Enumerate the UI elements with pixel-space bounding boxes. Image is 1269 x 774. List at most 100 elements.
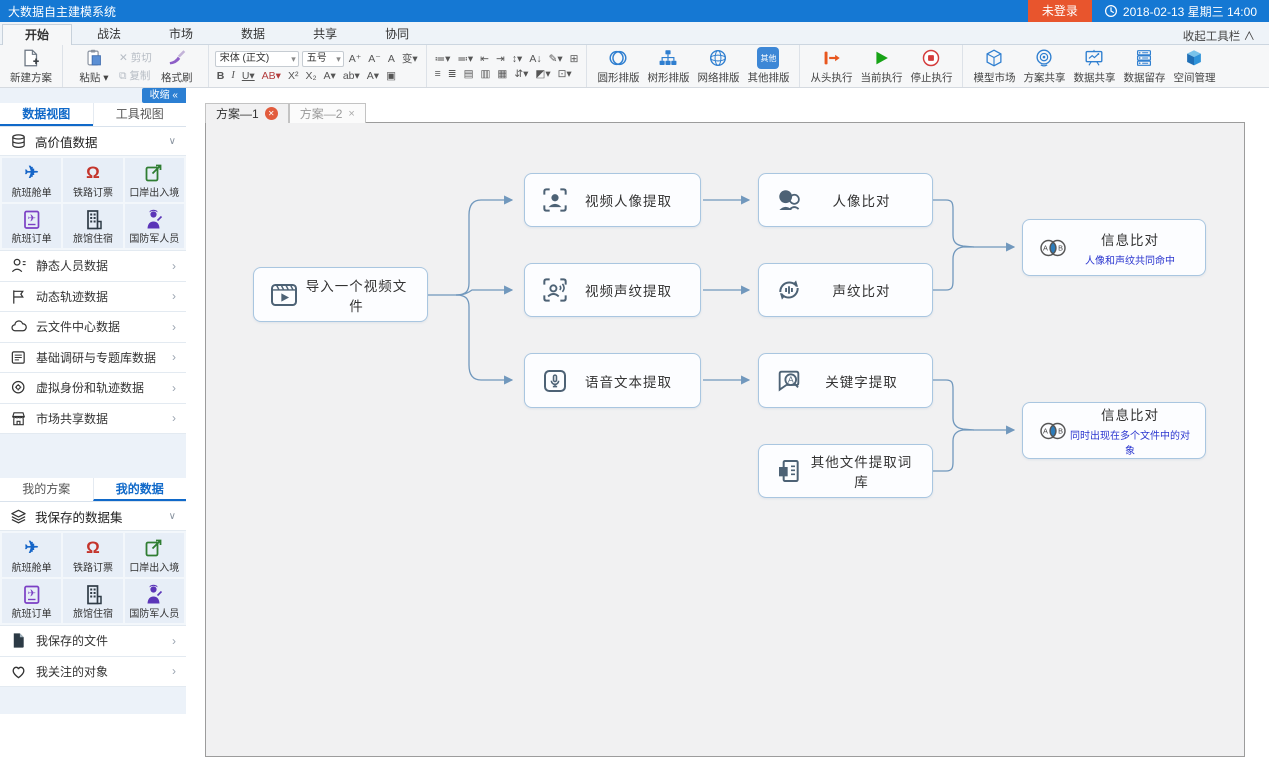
indent-button[interactable]: ⇥: [494, 53, 507, 65]
format-painter-button[interactable]: 格式刷: [152, 45, 202, 87]
cut-button[interactable]: ✕ 剪切: [119, 50, 152, 65]
dataset-flight-manifest[interactable]: ✈ 航班舱单: [2, 533, 61, 577]
category-research-library[interactable]: 基础调研与专题库数据 ›: [0, 343, 186, 374]
spacing-button[interactable]: ⇵▾: [512, 68, 530, 80]
sort-button[interactable]: A↓: [527, 53, 543, 65]
dataset-flight-manifest[interactable]: ✈ 航班舱单: [2, 158, 61, 202]
font-color-button[interactable]: A▾: [365, 70, 381, 82]
flow-node-other-files-lexicon[interactable]: 其他文件提取词库: [758, 444, 933, 498]
align-left-button[interactable]: ≡: [433, 68, 443, 80]
dataset-hotel-stay[interactable]: 旅馆住宿: [63, 204, 122, 248]
borders-button[interactable]: ⊡▾: [556, 68, 574, 80]
show-marks-button[interactable]: ✎▾: [547, 53, 565, 65]
collapse-toolbar-button[interactable]: 收起工具栏 ∧: [1183, 28, 1269, 44]
category-market-shared[interactable]: 市场共享数据 ›: [0, 404, 186, 435]
numbering-button[interactable]: ≕▾: [455, 53, 475, 65]
category-virtual-identity[interactable]: 虚拟身份和轨迹数据 ›: [0, 373, 186, 404]
tab-data-view[interactable]: 数据视图: [0, 103, 93, 126]
italic-button[interactable]: I: [229, 70, 237, 81]
change-case-button[interactable]: 变▾: [400, 51, 420, 66]
plan-tab-2[interactable]: 方案—2 ×: [289, 103, 366, 123]
stop-execution-button[interactable]: 停止执行: [906, 45, 956, 87]
flow-node-keyword-extract[interactable]: A 关键字提取: [758, 353, 933, 408]
circle-layout-button[interactable]: 圆形排版: [593, 45, 643, 87]
underline-button[interactable]: U▾: [240, 70, 257, 82]
outdent-button[interactable]: ⇤: [478, 53, 491, 65]
section-high-value-data[interactable]: 高价值数据 ∨: [0, 127, 186, 156]
category-static-person[interactable]: 静态人员数据 ›: [0, 251, 186, 282]
justify-button[interactable]: ▥: [478, 68, 492, 80]
strikethrough-button[interactable]: AB▾: [260, 70, 283, 82]
new-plan-button[interactable]: 新建方案: [6, 45, 56, 87]
plan-share-button[interactable]: 方案共享: [1019, 45, 1069, 87]
tab-my-data[interactable]: 我的数据: [93, 478, 187, 501]
tree-layout-button[interactable]: 树形排版: [643, 45, 693, 87]
sidebar-collapse-button[interactable]: 收缩 «: [142, 88, 186, 103]
grow-font-button[interactable]: A⁺: [347, 53, 364, 65]
paste-button[interactable]: 粘贴 ▾: [69, 45, 119, 87]
bullets-button[interactable]: ≔▾: [433, 53, 453, 65]
tab-collab[interactable]: 协同: [362, 23, 432, 44]
item-my-saved-files[interactable]: 我保存的文件 ›: [0, 626, 186, 657]
dataset-hotel-stay[interactable]: 旅馆住宿: [63, 579, 122, 623]
tab-share[interactable]: 共享: [290, 23, 360, 44]
distribute-button[interactable]: ▦: [495, 68, 509, 80]
login-status-badge[interactable]: 未登录: [1028, 0, 1092, 22]
tab-market[interactable]: 市场: [146, 23, 216, 44]
dataset-rail-ticket[interactable]: Ω 铁路订票: [63, 533, 122, 577]
item-my-followed-objects[interactable]: 我关注的对象 ›: [0, 657, 186, 688]
superscript-button[interactable]: X²: [286, 70, 301, 82]
flow-node-info-compare-1[interactable]: A B 信息比对 人像和声纹共同命中: [1022, 219, 1206, 276]
model-market-button[interactable]: 模型市场: [969, 45, 1019, 87]
tab-tool-view[interactable]: 工具视图: [93, 103, 187, 126]
tab-start[interactable]: 开始: [2, 24, 72, 45]
font-family-select[interactable]: 宋体 (正文): [215, 51, 299, 67]
line-spacing-button[interactable]: ↕▾: [510, 53, 525, 65]
subscript-button[interactable]: X₂: [303, 70, 318, 82]
category-dynamic-track[interactable]: 动态轨迹数据 ›: [0, 282, 186, 313]
close-tab-icon[interactable]: ×: [348, 108, 354, 120]
flow-node-video-face-extract[interactable]: 视频人像提取: [524, 173, 701, 227]
network-layout-button[interactable]: 网络排版: [693, 45, 743, 87]
flow-canvas[interactable]: 导入一个视频文件 视频人像提取 视频声纹提取: [205, 122, 1245, 757]
data-share-button[interactable]: 数据共享: [1069, 45, 1119, 87]
flow-node-video-voiceprint-extract[interactable]: 视频声纹提取: [524, 263, 701, 317]
align-center-button[interactable]: ≣: [446, 68, 459, 80]
dataset-border-entry[interactable]: 口岸出入境: [125, 158, 184, 202]
paste-icon: [83, 47, 105, 69]
dataset-flight-order[interactable]: ✈ 航班订单: [2, 579, 61, 623]
highlight-button[interactable]: ab▾: [341, 70, 362, 82]
align-right-button[interactable]: ▤: [462, 68, 476, 80]
data-retention-button[interactable]: 数据留存: [1119, 45, 1169, 87]
table-button[interactable]: ⊞: [568, 53, 581, 65]
flow-node-face-compare[interactable]: 人像比对: [758, 173, 933, 227]
copy-button[interactable]: ⧉ 复制: [119, 68, 152, 83]
category-cloud-files[interactable]: 云文件中心数据 ›: [0, 312, 186, 343]
fill-button[interactable]: ◩▾: [533, 68, 552, 80]
tab-tactics[interactable]: 战法: [74, 23, 144, 44]
flow-node-info-compare-2[interactable]: A B 信息比对 同时出现在多个文件中的对象: [1022, 402, 1206, 459]
run-from-start-button[interactable]: 从头执行: [806, 45, 856, 87]
tab-data[interactable]: 数据: [218, 23, 288, 44]
dataset-military-personnel[interactable]: 国防军人员: [125, 204, 184, 248]
flow-node-speech-text-extract[interactable]: 语音文本提取: [524, 353, 701, 408]
plan-tab-1[interactable]: 方案—1 ✕: [205, 103, 289, 123]
dataset-rail-ticket[interactable]: Ω 铁路订票: [63, 158, 122, 202]
font-size-select[interactable]: 五号: [302, 51, 344, 67]
run-current-button[interactable]: 当前执行: [856, 45, 906, 87]
dataset-flight-order[interactable]: ✈ 航班订单: [2, 204, 61, 248]
bold-button[interactable]: B: [215, 70, 227, 82]
flow-node-voiceprint-compare[interactable]: 声纹比对: [758, 263, 933, 317]
clear-format-button[interactable]: A: [386, 53, 397, 65]
text-effects-button[interactable]: A▾: [322, 70, 338, 82]
shading-button[interactable]: ▣: [384, 70, 398, 82]
close-tab-icon[interactable]: ✕: [265, 107, 278, 120]
dataset-military-personnel[interactable]: 国防军人员: [125, 579, 184, 623]
shrink-font-button[interactable]: A⁻: [366, 53, 383, 65]
dataset-border-entry[interactable]: 口岸出入境: [125, 533, 184, 577]
flow-node-import-video[interactable]: 导入一个视频文件: [253, 267, 428, 322]
section-saved-datasets[interactable]: 我保存的数据集 ∨: [0, 502, 186, 531]
space-management-button[interactable]: 空间管理: [1169, 45, 1219, 87]
tab-my-plans[interactable]: 我的方案: [0, 478, 93, 501]
other-layout-button[interactable]: 其他 其他排版: [743, 45, 793, 87]
